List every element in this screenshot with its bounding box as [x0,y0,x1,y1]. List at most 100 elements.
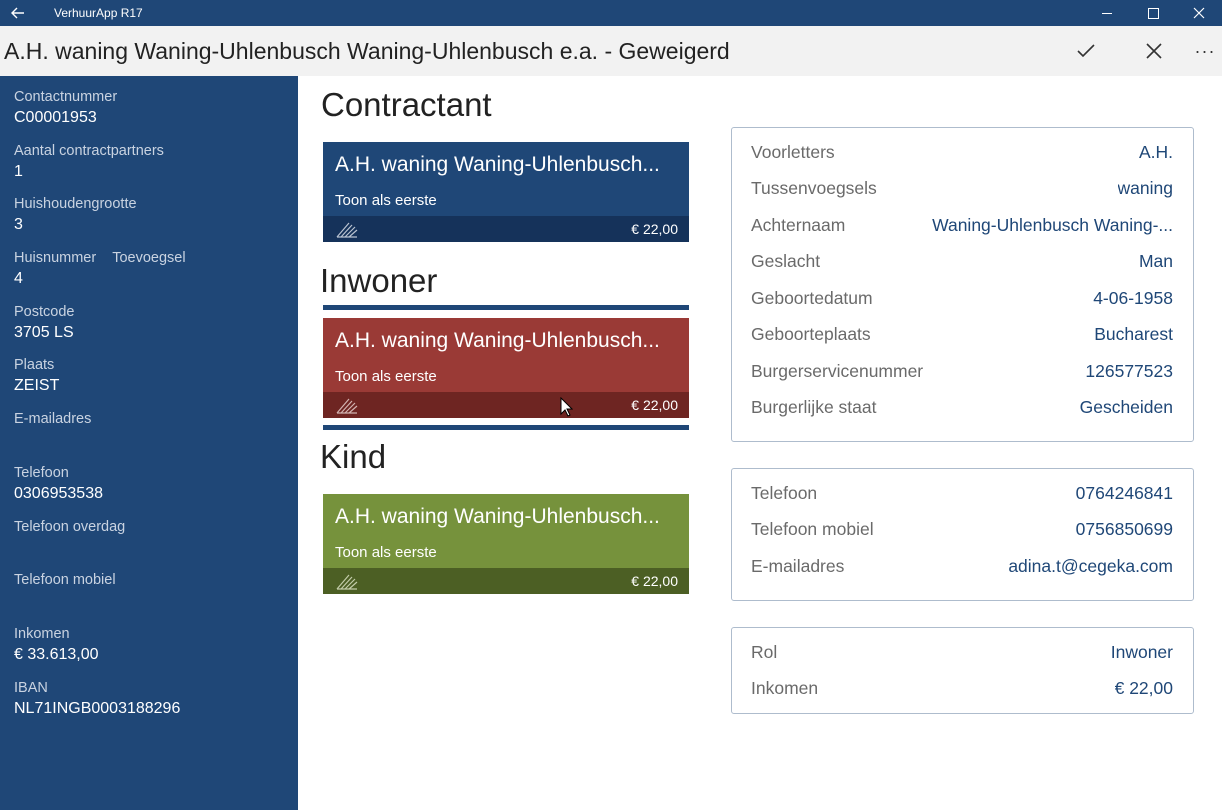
section-title-inwoner: Inwoner [320,262,438,299]
close-icon [1193,7,1205,19]
detail-value: A.H. [1138,141,1173,162]
field-contractpartners: Aantal contractpartners 1 [14,142,298,196]
detail-label: Geboorteplaats [751,324,871,345]
detail-label: Geslacht [751,251,821,272]
app-title: VerhuurApp R17 [54,6,143,20]
field-telefoon-overdag: Telefoon overdag [14,518,298,572]
detail-value: 0764246841 [1075,482,1173,503]
person-card-contractant[interactable]: A.H. waning Waning-Uhlenbusch... Toon al… [323,142,689,242]
detail-row-email: E-mailadres adina.t@cegeka.com [751,548,1173,585]
house-icon [336,574,358,590]
field-value: 3 [14,216,23,234]
detail-label: Tussenvoegsels [751,178,877,199]
detail-value: Man [1138,251,1173,272]
command-header: A.H. waning Waning-Uhlenbusch Waning-Uhl… [0,26,1222,76]
field-value: NL71INGB0003188296 [14,699,181,717]
more-icon: ··· [1194,40,1216,61]
contact-sidebar: Contactnummer C00001953 Aantal contractp… [0,76,298,810]
detail-value: 0756850699 [1075,519,1173,540]
field-value [14,589,298,613]
detail-value: Waning-Uhlenbusch Waning-... [932,214,1173,235]
detail-row-bsn: Burgerservicenummer 126577523 [751,353,1173,390]
detail-label: E-mailadres [751,555,845,576]
person-card-kind[interactable]: A.H. waning Waning-Uhlenbusch... Toon al… [323,494,689,594]
page-title: A.H. waning Waning-Uhlenbusch Waning-Uhl… [4,37,730,64]
field-value: ZEIST [14,377,60,395]
detail-row-geboortedatum: Geboortedatum 4-06-1958 [751,280,1173,317]
field-huishoudengrootte: Huishoudengrootte 3 [14,195,298,249]
detail-row-burgerlijke-staat: Burgerlijke staat Gescheiden [751,390,1173,427]
close-icon [1146,43,1162,59]
card-footer: € 22,00 [323,392,689,418]
show-first-link[interactable]: Toon als eerste [335,368,437,385]
field-label: Huisnummer [14,250,97,267]
header-actions: ··· [1052,26,1222,76]
field-label: IBAN [14,679,48,696]
detail-label: Burgerlijke staat [751,397,877,418]
field-value: € 33.613,00 [14,645,99,663]
field-huisnummer: Huisnummer Toevoegsel 4 [14,249,298,303]
card-amount: € 22,00 [631,397,678,413]
mouse-cursor-icon [560,397,573,417]
card-name: A.H. waning Waning-Uhlenbusch... [335,153,660,176]
back-arrow-icon [11,7,24,19]
field-label: Huishoudengrootte [14,196,137,213]
back-button[interactable] [0,0,36,26]
detail-value: 126577523 [1085,360,1173,381]
field-label: Telefoon overdag [14,518,126,535]
card-name: A.H. waning Waning-Uhlenbusch... [335,505,660,528]
card-amount: € 22,00 [631,573,678,589]
field-contactnummer: Contactnummer C00001953 [14,88,298,142]
selection-bar-bottom [323,425,689,430]
detail-label: Geboortedatum [751,287,873,308]
role-details-panel: Rol Inwoner Inkomen € 22,00 [731,627,1194,714]
detail-label: Telefoon mobiel [751,519,874,540]
field-label: E-mailadres [14,411,92,428]
cancel-button[interactable] [1120,26,1188,76]
detail-label: Inkomen [751,678,819,699]
person-card-inwoner[interactable]: A.H. waning Waning-Uhlenbusch... Toon al… [323,318,689,418]
field-label: Plaats [14,357,55,374]
checkmark-icon [1077,44,1095,58]
title-bar: VerhuurApp R17 [0,0,1222,26]
more-button[interactable]: ··· [1188,26,1222,76]
detail-row-rol: Rol Inwoner [751,634,1173,671]
minimize-button[interactable] [1084,0,1130,26]
field-iban: IBAN NL71INGB0003188296 [14,679,298,733]
field-postcode: Postcode 3705 LS [14,303,298,357]
field-label: Inkomen [14,625,70,642]
card-footer: € 22,00 [323,568,689,594]
detail-row-geboorteplaats: Geboorteplaats Bucharest [751,317,1173,354]
card-footer: € 22,00 [323,216,689,242]
detail-value: 4-06-1958 [1093,287,1173,308]
detail-label: Voorletters [751,141,835,162]
field-value: C00001953 [14,109,97,126]
field-value [14,428,298,452]
detail-row-geslacht: Geslacht Man [751,244,1173,281]
card-amount: € 22,00 [631,221,678,237]
close-window-button[interactable] [1176,0,1222,26]
detail-row-telefoon: Telefoon 0764246841 [751,475,1173,512]
field-label: Telefoon mobiel [14,572,116,589]
detail-row-voorletters: Voorletters A.H. [751,134,1173,171]
field-label: Aantal contractpartners [14,142,164,159]
minimize-icon [1101,12,1112,14]
field-label-toevoegsel: Toevoegsel [112,250,186,267]
field-telefoon: Telefoon 0306953538 [14,464,298,518]
maximize-button[interactable] [1130,0,1176,26]
field-email: E-mailadres [14,410,298,464]
detail-value: Inwoner [1110,641,1173,662]
detail-value: adina.t@cegeka.com [1008,555,1173,576]
section-title-contractant: Contractant [321,86,492,123]
show-first-link[interactable]: Toon als eerste [335,192,437,209]
field-telefoon-mobiel: Telefoon mobiel [14,571,298,625]
house-icon [336,398,358,414]
show-first-link[interactable]: Toon als eerste [335,544,437,561]
field-inkomen: Inkomen € 33.613,00 [14,625,298,679]
field-plaats: Plaats ZEIST [14,356,298,410]
maximize-icon [1147,7,1159,19]
selection-bar-top [323,305,689,310]
section-title-kind: Kind [320,438,387,475]
accept-button[interactable] [1052,26,1120,76]
detail-row-telefoon-mobiel: Telefoon mobiel 0756850699 [751,512,1173,549]
